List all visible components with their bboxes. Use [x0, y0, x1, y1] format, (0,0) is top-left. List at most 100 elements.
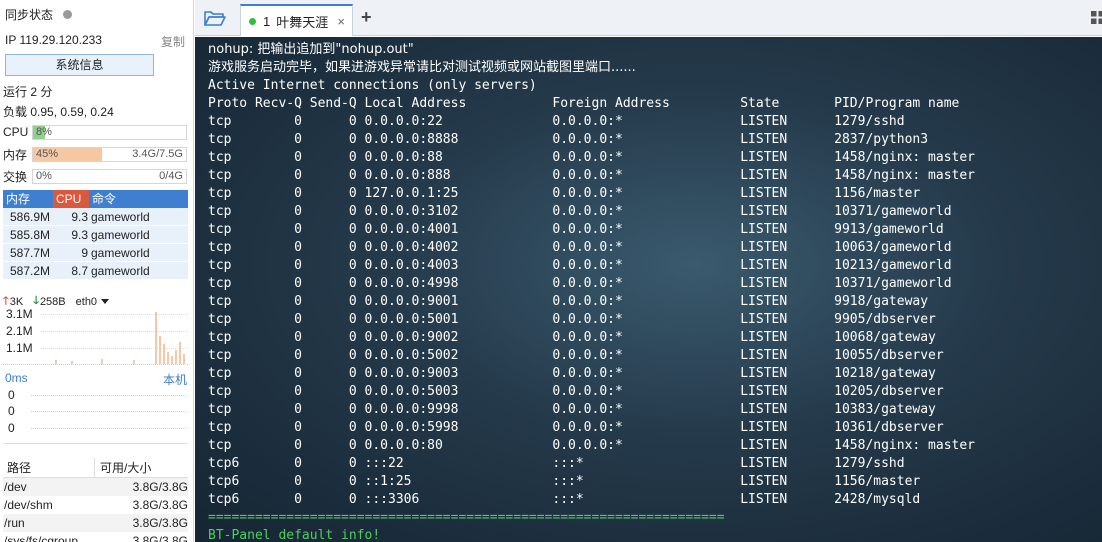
interface-select[interactable]: eth0	[76, 296, 110, 308]
network-graph-bar	[101, 359, 103, 364]
command-header[interactable]: 命令	[89, 190, 188, 208]
disk-path: /dev	[4, 480, 27, 494]
network-graph-bar	[71, 361, 73, 364]
swap-meter: 交换 0% 0/4G	[3, 168, 188, 184]
network-graph-bar	[179, 342, 181, 364]
network-graph-bar	[155, 312, 157, 364]
tab-bar: 1 叶舞天涯 × +	[195, 0, 1102, 36]
network-graph-bar	[163, 344, 165, 364]
sort-by-memory-header[interactable]: 内存	[3, 190, 53, 208]
network-graph-bar	[183, 354, 185, 364]
process-row[interactable]: 586.9M 9.3 gameworld	[3, 208, 188, 226]
system-info-button[interactable]: 系统信息	[5, 54, 154, 76]
process-memory: 587.7M	[9, 246, 50, 260]
sync-status: 同步状态	[5, 6, 73, 23]
ping-graph-gridline	[31, 428, 186, 429]
process-table: 内存 CPU 命令 586.9M 9.3 gameworld 585.8M 9.…	[3, 190, 188, 280]
connection-status-dot	[249, 17, 256, 25]
ping-graph-gridline	[31, 411, 186, 412]
ping-graph-tick: 0	[8, 388, 15, 402]
process-row[interactable]: 587.7M 9 gameworld	[3, 244, 188, 262]
memory-meter-detail: 3.4G/7.5G	[132, 147, 183, 160]
disk-row[interactable]: /run 3.8G/3.8G	[3, 514, 188, 532]
sync-status-label: 同步状态	[5, 8, 54, 22]
terminal-line: BT-Panel default info!	[208, 528, 381, 542]
terminal-line: tcp 0 0 0.0.0.0:9003 0.0.0.0:* LISTEN 10…	[208, 366, 936, 381]
network-graph-bar	[167, 352, 169, 364]
disk-path: /sys/fs/cgroup	[4, 534, 79, 542]
disk-size: 3.8G/3.8G	[132, 498, 188, 512]
memory-meter-percent: 45%	[36, 147, 59, 160]
terminal-line: 游戏服务启动完毕，如果进游戏异常请比对测试视频或网站截图里端口......	[208, 60, 636, 75]
terminal-line: tcp 0 0 0.0.0.0:8888 0.0.0.0:* LISTEN 28…	[208, 132, 929, 147]
process-table-header: 内存 CPU 命令	[3, 190, 188, 208]
copy-ip-button[interactable]: 复制	[161, 33, 185, 50]
tab-title: 叶舞天涯	[276, 14, 329, 30]
disk-path: /dev/shm	[4, 498, 53, 512]
process-memory: 585.8M	[9, 228, 50, 242]
terminal-line: tcp 0 0 0.0.0.0:22 0.0.0.0:* LISTEN 1279…	[208, 114, 905, 129]
swap-meter-percent: 0%	[36, 169, 52, 182]
ip-row: IP 119.29.120.233 复制	[5, 33, 185, 50]
ping-graph-tick: 0	[8, 404, 15, 418]
process-cpu: 9.3	[71, 210, 88, 224]
disk-row[interactable]: /dev 3.8G/3.8G	[3, 478, 188, 496]
disk-size-header: 可用/大小	[100, 461, 152, 475]
disk-size: 3.8G/3.8G	[132, 534, 188, 542]
ping-graph-gridline	[31, 395, 186, 396]
memory-meter-bar: 45% 3.4G/7.5G	[32, 146, 187, 162]
terminal-line: tcp 0 0 0.0.0.0:80 0.0.0.0:* LISTEN 1458…	[208, 438, 976, 453]
terminal-line: ========================================…	[208, 510, 725, 525]
memory-meter-label: 内存	[3, 147, 28, 162]
terminal-line: tcp 0 0 0.0.0.0:4003 0.0.0.0:* LISTEN 10…	[208, 258, 952, 273]
terminal[interactable]: nohup: 把输出追加到"nohup.out" 游戏服务启动完毕，如果进游戏异常…	[195, 37, 1102, 542]
network-graph-bar	[159, 336, 161, 364]
chevron-down-icon	[101, 299, 110, 305]
terminal-line: tcp6 0 0 ::1:25 :::* LISTEN 1156/master	[208, 474, 921, 489]
process-memory: 587.2M	[9, 264, 50, 278]
terminal-line: tcp 0 0 0.0.0.0:888 0.0.0.0:* LISTEN 145…	[208, 168, 976, 183]
process-memory: 586.9M	[9, 210, 50, 224]
cpu-meter-percent: 8%	[36, 125, 52, 138]
sidebar: 同步状态 IP 119.29.120.233 复制 系统信息 运行 2 分 负载…	[0, 0, 194, 542]
network-graph-tick: 3.1M	[6, 307, 33, 321]
terminal-line: tcp 0 0 0.0.0.0:4998 0.0.0.0:* LISTEN 10…	[208, 276, 952, 291]
download-rate: 258B	[39, 295, 66, 308]
process-cpu: 8.7	[71, 264, 88, 278]
terminal-line: tcp 0 0 0.0.0.0:4001 0.0.0.0:* LISTEN 99…	[208, 222, 944, 237]
swap-meter-label: 交换	[3, 169, 28, 184]
disk-size: 3.8G/3.8G	[132, 516, 188, 530]
terminal-line: tcp 0 0 0.0.0.0:9002 0.0.0.0:* LISTEN 10…	[208, 330, 936, 345]
add-tab-button[interactable]: +	[361, 7, 372, 28]
tab-session-1[interactable]: 1 叶舞天涯 ×	[240, 4, 353, 36]
uptime: 运行 2 分	[3, 85, 53, 99]
network-graph-bar	[171, 356, 173, 364]
network-graph-bar	[133, 360, 135, 364]
sort-by-cpu-header[interactable]: CPU	[53, 190, 89, 208]
swap-meter-detail: 0/4G	[159, 169, 183, 182]
ping-graph: 0 0 0	[3, 386, 188, 444]
terminal-line: tcp 0 0 0.0.0.0:88 0.0.0.0:* LISTEN 1458…	[208, 150, 976, 165]
disk-row[interactable]: /sys/fs/cgroup 3.8G/3.8G	[3, 532, 188, 542]
terminal-line: tcp 0 0 0.0.0.0:5001 0.0.0.0:* LISTEN 99…	[208, 312, 936, 327]
network-graph-bar	[175, 350, 177, 364]
disk-row[interactable]: /dev/shm 3.8G/3.8G	[3, 496, 188, 514]
tab-number: 1	[263, 13, 271, 29]
process-row[interactable]: 587.2M 8.7 gameworld	[3, 262, 188, 280]
process-cpu: 9.3	[71, 228, 88, 242]
network-graph-bar	[55, 360, 57, 364]
terminal-line: nohup: 把输出追加到"nohup.out"	[208, 42, 414, 57]
process-command: gameworld	[91, 228, 150, 242]
ip-address: IP 119.29.120.233	[5, 33, 102, 47]
disk-table-header: 路径 可用/大小	[3, 458, 188, 478]
upload-rate: 3K	[9, 295, 24, 308]
cpu-meter-label: CPU	[3, 125, 29, 139]
terminal-line: tcp 0 0 0.0.0.0:5002 0.0.0.0:* LISTEN 10…	[208, 348, 944, 363]
disk-path: /run	[4, 516, 25, 530]
process-row[interactable]: 585.8M 9.3 gameworld	[3, 226, 188, 244]
swap-meter-bar: 0% 0/4G	[32, 168, 187, 184]
network-graph-gridline	[41, 331, 188, 332]
grid-icon[interactable]	[1091, 11, 1102, 24]
folder-open-icon[interactable]	[204, 9, 226, 27]
close-icon[interactable]: ×	[337, 14, 345, 29]
